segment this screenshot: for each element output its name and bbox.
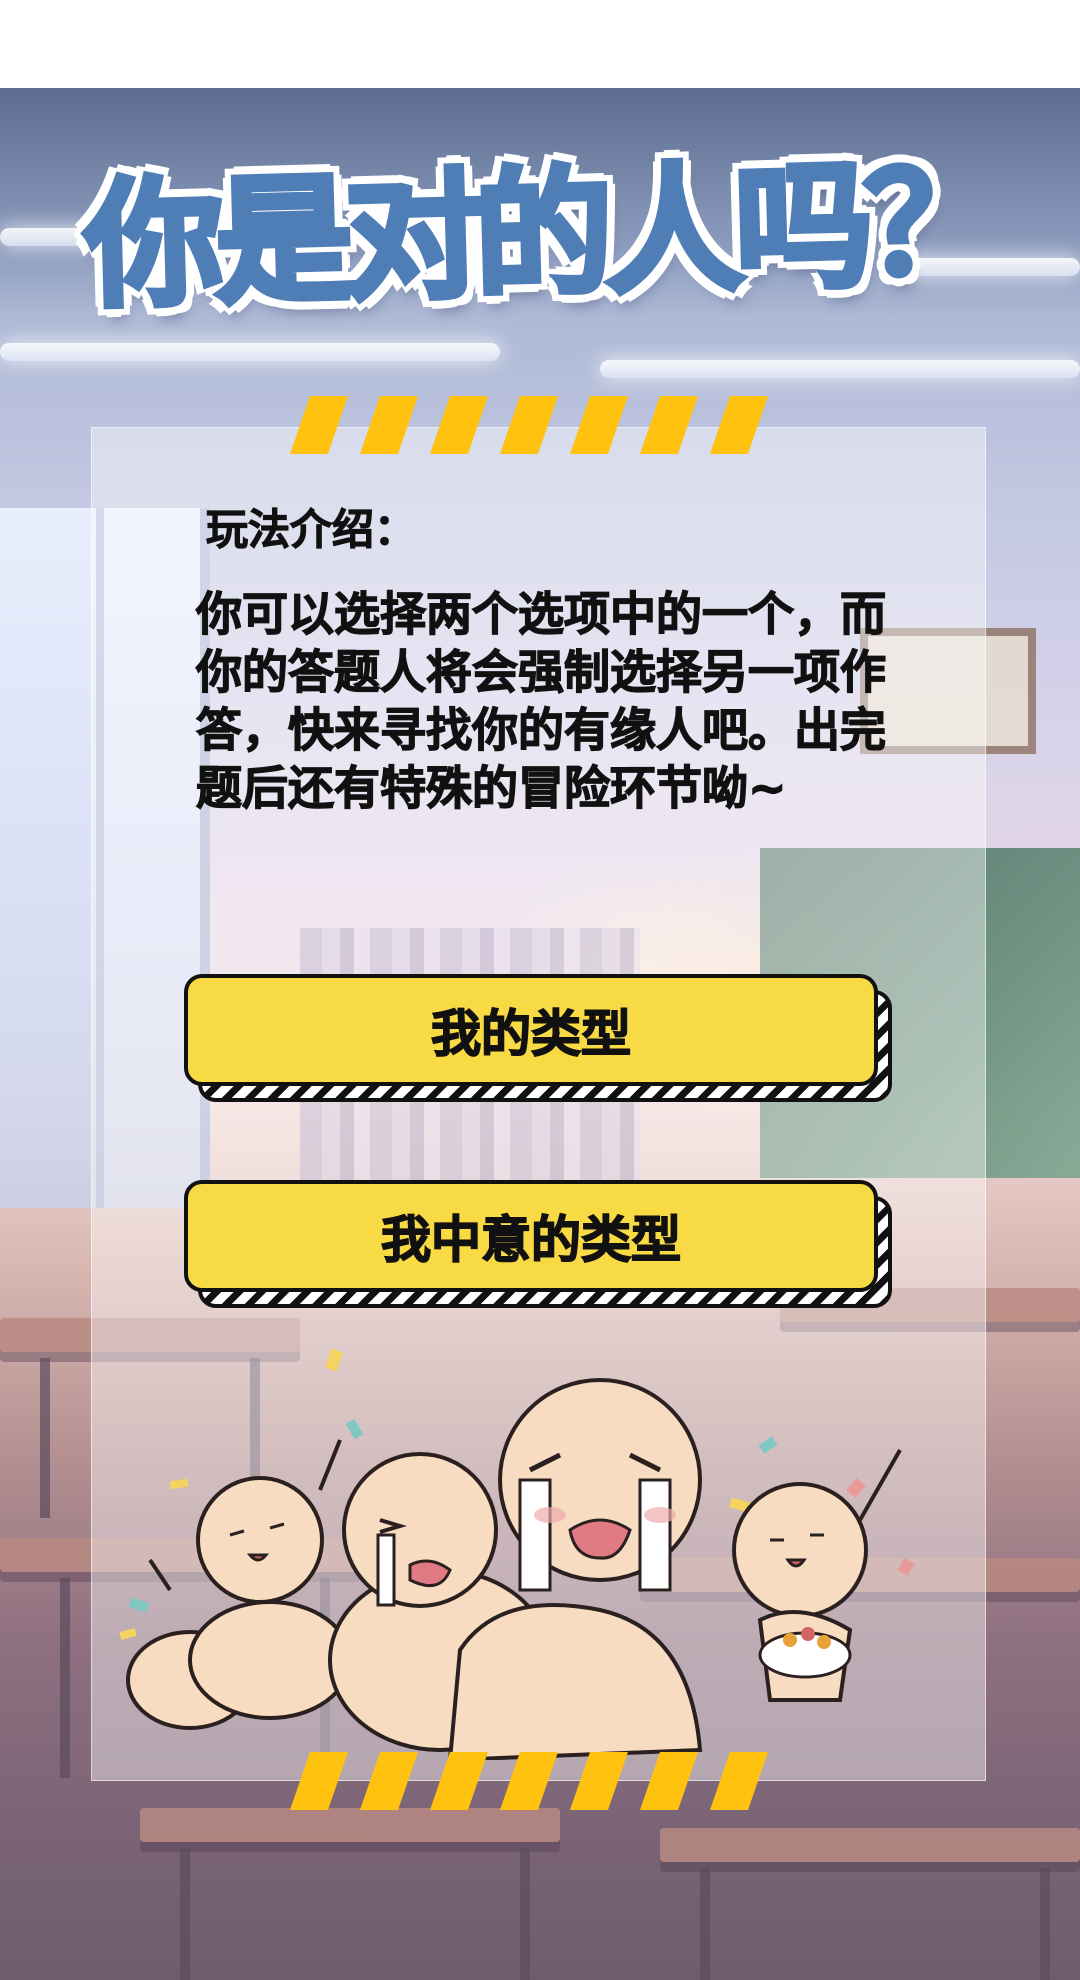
preferred-type-button-label[interactable]: 我中意的类型: [184, 1180, 878, 1292]
desk: [140, 1808, 560, 1842]
my-type-button[interactable]: 我的类型: [184, 974, 892, 1102]
character-left: [126, 1439, 352, 1730]
hazard-stripes-bottom: [290, 1752, 768, 1810]
my-type-button-label[interactable]: 我的类型: [184, 974, 878, 1086]
ceiling-lamp: [0, 343, 500, 361]
intro-description: 你可以选择两个选项中的一个，而你的答题人将会强制选择另一项作答，快来寻找你的有缘…: [195, 586, 886, 815]
desk-leg: [180, 1848, 190, 1980]
hazard-stripes-top: [290, 396, 768, 454]
desk-leg: [1040, 1868, 1050, 1980]
desk-leg: [700, 1868, 710, 1980]
ceiling-lamp: [600, 360, 1080, 378]
intro-heading: 玩法介绍：: [205, 505, 417, 555]
desk: [660, 1828, 1080, 1862]
desk-leg: [520, 1848, 530, 1980]
desk-leg: [40, 1358, 50, 1518]
celebrating-characters-illustration: [119, 1348, 915, 1760]
preferred-type-button[interactable]: 我中意的类型: [184, 1180, 892, 1308]
page-title: 你是对的人吗？: [80, 139, 1000, 330]
desk-leg: [60, 1578, 70, 1778]
